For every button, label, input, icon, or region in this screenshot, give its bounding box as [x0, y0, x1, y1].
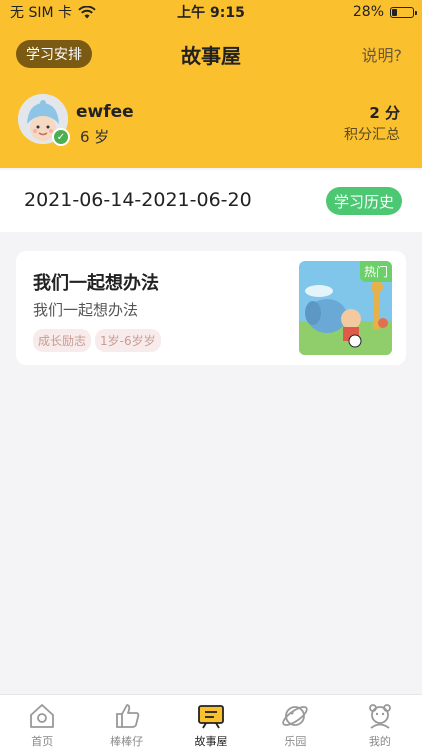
status-right: 28% [353, 4, 422, 20]
tab-label: 棒棒仔 [110, 735, 144, 748]
battery-fill [392, 8, 397, 16]
user-age: 6 岁 [80, 128, 110, 146]
tab-park[interactable]: 乐园 [253, 695, 337, 751]
story-tag: 1岁-6岁岁 [95, 329, 161, 352]
tab-home[interactable]: 首页 [0, 695, 84, 751]
score-label[interactable]: 积分汇总 [344, 124, 400, 144]
story-thumbnail: 热门 [299, 261, 392, 355]
story-card[interactable]: 我们一起想办法 我们一起想办法 成长励志 1岁-6岁岁 热门 [16, 251, 406, 365]
profile-summary: ✓ ewfee 6 岁 2 分 积分汇总 [0, 94, 422, 160]
planet-icon [282, 706, 309, 726]
week-bar: 2021-06-14-2021-06-20 学习历史 [0, 170, 422, 232]
verified-badge-icon: ✓ [52, 128, 70, 146]
story-subtitle: 我们一起想办法 [33, 301, 139, 319]
status-bar: 无 SIM 卡 上午 9:15 28% [0, 0, 422, 24]
user-name: ewfee [76, 102, 134, 122]
tab-label: 故事屋 [194, 735, 228, 748]
tab-bangbangzai[interactable]: 棒棒仔 [84, 695, 168, 751]
tab-label: 首页 [31, 735, 54, 748]
story-tags: 成长励志 1岁-6岁岁 [33, 329, 161, 352]
tab-label: 我的 [368, 735, 391, 748]
profile-icon [368, 704, 391, 729]
nav-bar: 学习安排 故事屋 说明? [0, 24, 422, 86]
tab-mine[interactable]: 我的 [338, 695, 422, 751]
battery-percent: 28% [352, 4, 384, 20]
tab-bar: 首页 棒棒仔 故事屋 乐园 我的 [0, 694, 422, 751]
tab-story-house[interactable]: 故事屋 [169, 695, 253, 751]
story-house-icon [198, 705, 224, 729]
score-value[interactable]: 2 分 [369, 102, 400, 123]
story-tag: 成长励志 [33, 329, 92, 352]
battery-icon [390, 6, 417, 18]
study-history-button[interactable]: 学习历史 [326, 187, 402, 215]
page-title: 故事屋 [181, 44, 241, 68]
hot-badge: 热门 [359, 261, 392, 282]
story-title: 我们一起想办法 [33, 273, 159, 294]
thumbs-up-icon [115, 704, 139, 728]
header: 学习安排 故事屋 说明? ✓ ewfee 6 岁 2 分 积分汇总 [0, 24, 422, 168]
help-link[interactable]: 说明? [362, 42, 403, 66]
tab-label: 乐园 [284, 735, 307, 748]
avatar-container[interactable]: ✓ [18, 94, 70, 146]
home-icon [30, 704, 55, 728]
week-range: 2021-06-14-2021-06-20 [24, 189, 252, 211]
